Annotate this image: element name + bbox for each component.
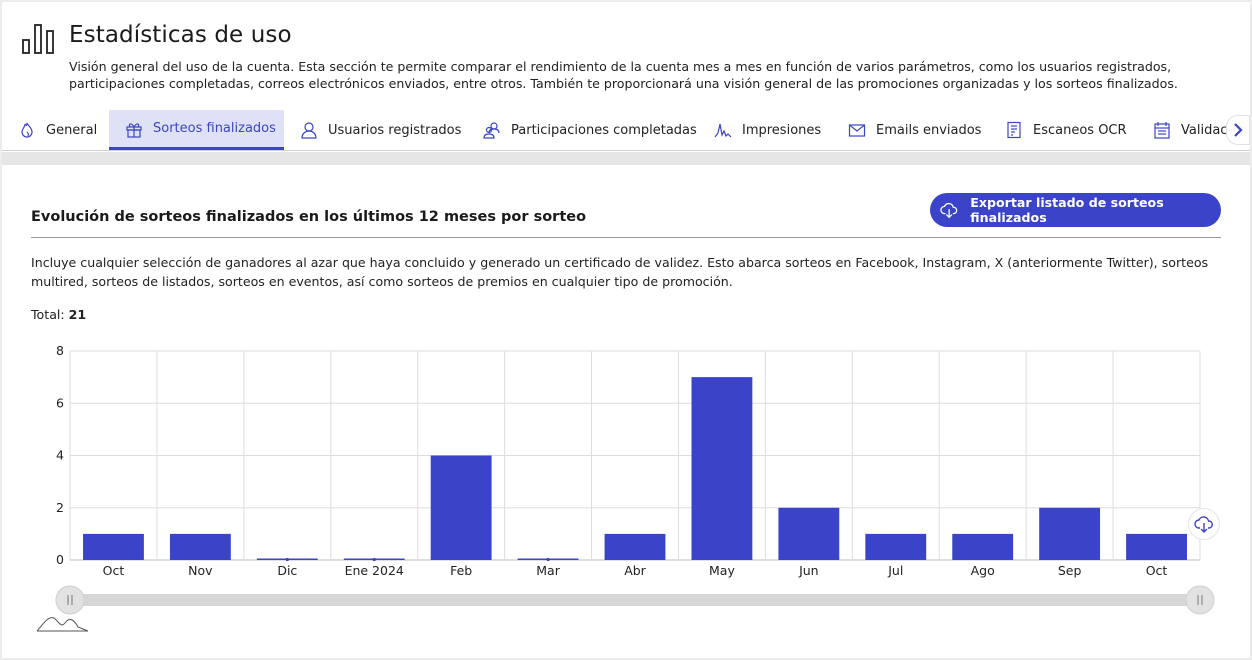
cloud-download-icon	[1194, 516, 1213, 533]
x-tick-label: May	[709, 563, 735, 578]
tab-usuarios-registrados[interactable]: Usuarios registrados	[300, 110, 462, 150]
bar	[865, 533, 927, 560]
tab-label: Emails enviados	[876, 122, 982, 138]
envelope-icon	[848, 124, 866, 137]
bar	[169, 533, 231, 560]
bar	[691, 377, 753, 560]
x-tick-label: Mar	[536, 563, 560, 578]
y-tick-label: 8	[56, 343, 64, 358]
tab-label: Sorteos finalizados	[153, 121, 276, 136]
section-title: Evolución de sorteos finalizados en los …	[31, 209, 587, 225]
tab-emails-enviados[interactable]: Emails enviados	[848, 110, 988, 150]
bar	[1039, 507, 1101, 560]
tab-label: Escaneos OCR	[1033, 122, 1127, 138]
tab-escaneos-ocr[interactable]: Escaneos OCR	[1005, 110, 1135, 150]
app-frame: Estadísticas de uso Visión general del u…	[2, 2, 1250, 658]
tab-label: Participaciones completadas	[511, 122, 697, 138]
total-label: Total:	[31, 307, 65, 322]
x-tick-label: Ene 2024	[345, 563, 404, 578]
divider	[31, 237, 1221, 238]
bar	[604, 533, 666, 560]
chevron-right-icon	[1234, 123, 1243, 137]
bar	[952, 533, 1014, 560]
section-description: Incluye cualquier selección de ganadores…	[31, 255, 1209, 289]
tab-validaciones[interactable]: Validaciones	[1153, 110, 1233, 150]
export-button[interactable]: Exportar listado de sorteos finalizados	[930, 193, 1221, 227]
export-button-label: Exportar listado de sorteos finalizados	[970, 195, 1164, 225]
section-separator	[2, 152, 1250, 165]
bar	[83, 533, 144, 560]
gift-icon	[126, 122, 142, 138]
bar	[778, 507, 840, 560]
x-tick-label: Nov	[188, 563, 213, 578]
y-tick-label: 4	[56, 448, 64, 463]
total-summary: Total: 21	[31, 307, 86, 322]
zero-marker	[372, 557, 376, 562]
flame-icon	[21, 122, 33, 138]
bar	[430, 455, 492, 560]
zero-marker	[546, 557, 550, 562]
x-tick-label: Sep	[1058, 563, 1082, 578]
x-tick-label: Feb	[450, 563, 472, 578]
cloud-download-icon	[940, 202, 958, 219]
tab-label: Impresiones	[742, 122, 822, 138]
page-header: Estadísticas de uso Visión general del u…	[2, 2, 1250, 110]
range-slider-track	[70, 594, 1200, 606]
bar-chart: 0 2 4 6 8 Oct Nov Dic Ene 2024 Feb Mar Abr May Jun Jul…	[2, 335, 1250, 635]
bar	[1126, 533, 1187, 560]
wave-icon	[714, 123, 732, 138]
x-tick-label: Dic	[277, 563, 297, 578]
user-icon	[301, 122, 317, 139]
tab-participaciones-completadas[interactable]: Participaciones completadas	[483, 110, 697, 150]
total-value: 21	[68, 307, 87, 322]
x-tick-label: Oct	[1146, 563, 1168, 578]
stats-card: Evolución de sorteos finalizados en los …	[2, 165, 1250, 658]
x-tick-label: Abr	[624, 563, 646, 578]
tab-label: General	[46, 122, 98, 138]
document-scan-icon	[1007, 121, 1021, 139]
range-handle-left[interactable]	[55, 585, 85, 615]
users-icon	[483, 122, 500, 139]
tab-label: Usuarios registrados	[328, 122, 462, 138]
calendar-list-icon	[1154, 122, 1170, 139]
navigator-preview-line	[36, 617, 89, 632]
chart-download-button[interactable]	[1188, 508, 1220, 540]
page-description: Visión general del uso de la cuenta. Est…	[69, 59, 1178, 91]
range-handle-right[interactable]	[1185, 585, 1215, 615]
chart-canvas: 0 2 4 6 8 Oct Nov Dic Ene 2024 Feb Mar Abr May Jun Jul…	[36, 343, 1215, 632]
page-title: Estadísticas de uso	[69, 22, 292, 48]
tab-general[interactable]: General	[14, 110, 110, 150]
x-tick-label: Ago	[971, 563, 995, 578]
y-tick-label: 2	[56, 500, 64, 515]
bar-chart-icon	[22, 24, 54, 54]
x-tick-label: Jul	[887, 563, 903, 578]
x-tick-label: Oct	[103, 563, 125, 578]
tabs-next-button[interactable]	[1226, 115, 1250, 145]
stats-tabs: General Sorteos finalizados Usuarios reg…	[2, 110, 1250, 151]
tab-sorteos-finalizados[interactable]: Sorteos finalizados	[109, 110, 284, 150]
y-tick-label: 0	[56, 552, 64, 567]
x-tick-label: Jun	[798, 563, 819, 578]
y-tick-label: 6	[56, 395, 64, 410]
tab-impresiones[interactable]: Impresiones	[714, 110, 829, 150]
zero-marker	[285, 557, 289, 562]
